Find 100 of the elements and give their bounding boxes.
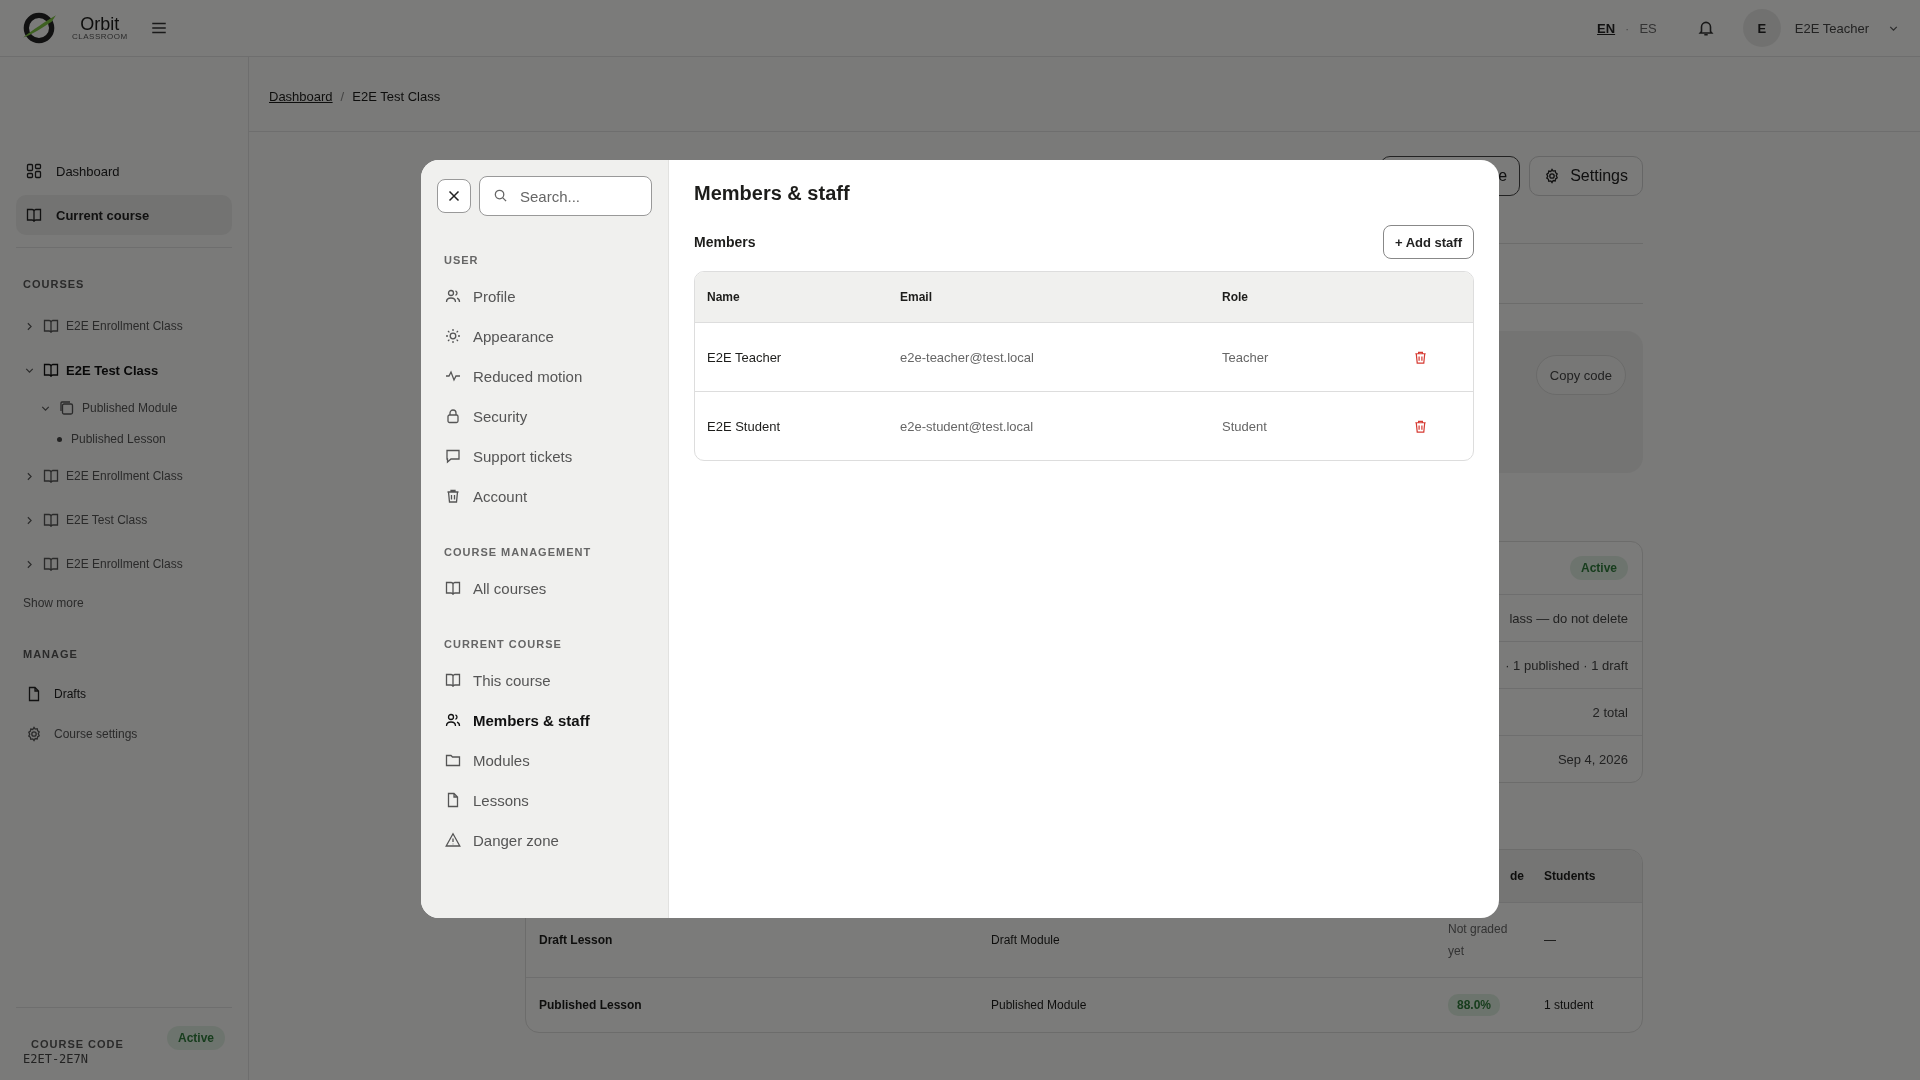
menu-item[interactable]: Danger zone [437, 820, 652, 860]
table-cell: Student [1222, 418, 1267, 434]
avatar[interactable]: E [1742, 9, 1781, 47]
tree-item[interactable]: E2E Test Class [1, 498, 232, 542]
bullet-icon [57, 436, 62, 442]
trash-icon[interactable] [1413, 418, 1428, 434]
menu-item[interactable]: Reduced motion [437, 356, 652, 396]
column-header: Students [1544, 869, 1596, 883]
tree-item[interactable]: E2E Enrollment Class [1, 304, 232, 348]
tree-item[interactable]: E2E Enrollment Class [1, 542, 232, 586]
pulse-icon [445, 368, 461, 384]
section-heading: COURSE MANAGEMENT [443, 546, 593, 560]
grid-icon [26, 163, 42, 179]
tree-item[interactable]: E2E Test Class [1, 348, 232, 392]
table-cell: e2e-student@test.local [900, 418, 1034, 434]
table-cell: E2E Student [707, 418, 780, 434]
section-heading: COURSE CODE [30, 1038, 125, 1050]
book-icon [43, 512, 59, 528]
close-button[interactable] [437, 179, 471, 213]
book-icon [43, 468, 59, 484]
table-cell: Published Lesson [539, 998, 642, 1012]
table-cell: e2e-teacher@test.local [900, 349, 1034, 365]
show-more-link[interactable]: Show more [16, 586, 232, 620]
brand-name: Orbit [80, 15, 120, 33]
search-field[interactable]: Search... [479, 176, 652, 216]
book-icon [26, 207, 42, 223]
status-badge: Active [1569, 556, 1628, 580]
book-icon [43, 362, 59, 378]
detail-value: Sep 4, 2026 [1557, 751, 1628, 767]
warning-icon [445, 832, 461, 848]
status-badge: Active [166, 1026, 225, 1050]
dialog-title: Members & staff [694, 182, 851, 205]
course-code: E2ET-2E7N [23, 1052, 90, 1066]
menu-item[interactable]: Modules [437, 740, 652, 780]
people-icon [445, 288, 461, 304]
book-icon [43, 556, 59, 572]
table-cell: Published Module [991, 998, 1087, 1012]
menu-item[interactable]: Security [437, 396, 652, 436]
menu-item[interactable]: Profile [437, 276, 652, 316]
book-icon [445, 672, 461, 688]
menu-item[interactable]: Members & staff [437, 700, 652, 740]
table-cell: 1 student [1544, 998, 1594, 1012]
table-cell: E2E Teacher [707, 349, 782, 365]
tree-item[interactable]: Published Lesson [1, 424, 232, 454]
people-icon [445, 712, 461, 728]
column-header: Name [707, 290, 740, 304]
menu-item[interactable]: Account [437, 476, 652, 516]
table-cell: Draft Lesson [539, 933, 613, 947]
language-separator: · [1625, 20, 1630, 36]
sun-icon [445, 328, 461, 344]
trash-icon [445, 488, 461, 504]
copy-code-button[interactable]: Copy code [1535, 355, 1626, 395]
menu-item[interactable]: Support tickets [437, 436, 652, 476]
column-header: Role [1222, 290, 1248, 304]
breadcrumb-separator: / [340, 88, 345, 104]
section-heading: MANAGE [22, 647, 79, 662]
detail-value: lass — do not delete [1509, 610, 1628, 626]
document-icon [26, 686, 42, 702]
table-cell-text: Not graded yet [1448, 921, 1509, 960]
add-staff-button[interactable]: + Add staff [1382, 225, 1474, 259]
section-heading: COURSES [22, 277, 86, 292]
table-cell: Teacher [1222, 349, 1269, 365]
trash-icon[interactable] [1413, 349, 1428, 365]
search-icon [493, 188, 508, 203]
tree-item[interactable]: E2E Enrollment Class [1, 454, 232, 498]
header-button[interactable]: Settings [1529, 156, 1643, 196]
column-header: de [1510, 869, 1524, 883]
breadcrumb-item[interactable]: E2E Test Class [352, 88, 441, 104]
gear-icon [1544, 168, 1561, 184]
nav-item[interactable]: Drafts [16, 674, 232, 714]
section-title: Members [694, 234, 756, 250]
book-icon [43, 318, 59, 334]
menu-item[interactable]: Appearance [437, 316, 652, 356]
grade-badge: 88.0% [1448, 994, 1501, 1016]
book-icon [445, 580, 461, 596]
table-cell: Draft Module [991, 933, 1060, 947]
user-name[interactable]: E2E Teacher [1794, 20, 1869, 36]
chat-bubble-icon [445, 448, 461, 464]
nav-item[interactable]: Current course [16, 195, 232, 235]
menu-item[interactable]: This course [437, 660, 652, 700]
gear-icon [26, 726, 42, 742]
section-heading: USER [443, 254, 480, 268]
brand-tagline: CLASSROOM [72, 33, 128, 41]
detail-value: 2 total [1592, 704, 1628, 720]
language-link[interactable]: ES [1639, 20, 1657, 36]
tree-item[interactable]: Published Module [3, 392, 232, 424]
lock-icon [445, 408, 461, 424]
document-icon [445, 792, 461, 808]
language-link[interactable]: EN [1597, 20, 1616, 36]
breadcrumb-item[interactable]: Dashboard [269, 88, 333, 104]
menu-item[interactable]: Lessons [437, 780, 652, 820]
bell-icon[interactable] [1696, 19, 1715, 37]
menu-item[interactable]: All courses [437, 568, 652, 608]
folder-icon [445, 752, 461, 768]
nav-item[interactable]: Course settings [16, 714, 232, 754]
table-cell: — [1544, 933, 1556, 947]
close-icon [446, 188, 462, 204]
detail-value: · 1 published · 1 draft [1505, 657, 1628, 673]
column-header: Email [900, 290, 932, 304]
nav-item[interactable]: Dashboard [16, 151, 232, 191]
